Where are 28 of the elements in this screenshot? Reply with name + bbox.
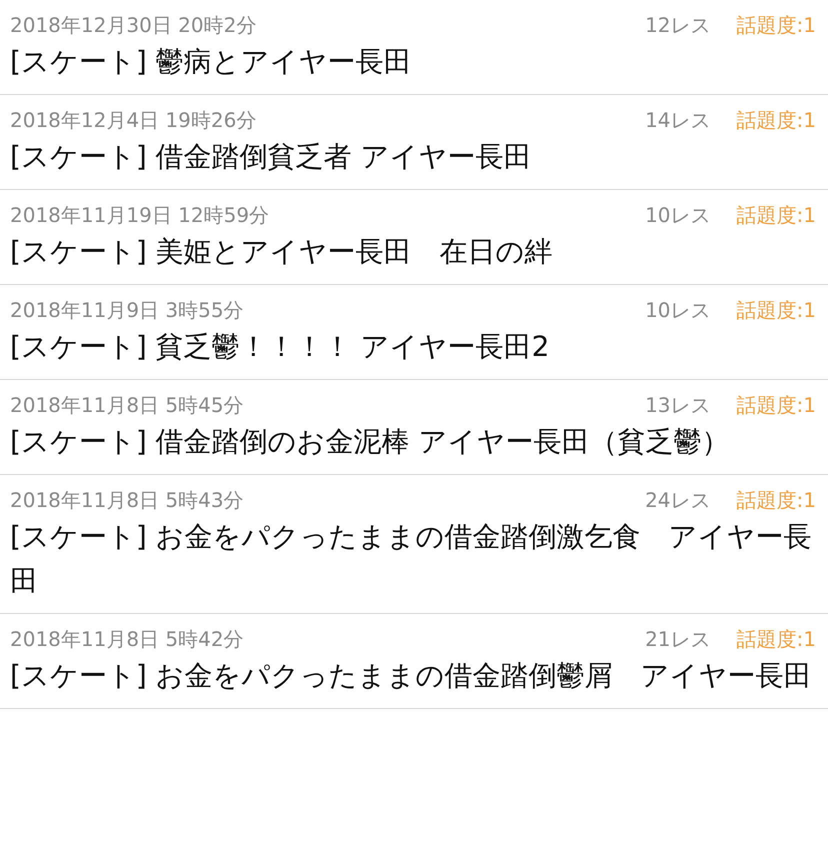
reply-count: 10レス [645, 297, 711, 324]
popularity-score: 話題度:1 [736, 107, 816, 134]
thread-title[interactable]: [スケート] お金をパクったままの借金踏倒鬱屑 アイヤー長田 [10, 654, 816, 698]
reply-count: 21レス [645, 626, 711, 653]
thread-date: 2018年12月4日 19時26分 [10, 107, 258, 134]
popularity-score: 話題度:1 [736, 202, 816, 229]
popularity-score: 話題度:1 [736, 626, 816, 653]
thread-date: 2018年12月30日 20時2分 [10, 12, 258, 39]
reply-count: 10レス [645, 202, 711, 229]
thread-title[interactable]: [スケート] 美姫とアイヤー長田 在日の絆 [10, 230, 816, 274]
reply-count: 14レス [645, 107, 711, 134]
thread-title[interactable]: [スケート] お金をパクったままの借金踏倒激乞食 アイヤー長田 [10, 515, 816, 603]
thread-date: 2018年11月19日 12時59分 [10, 202, 270, 229]
popularity-score: 話題度:1 [736, 12, 816, 39]
thread-date: 2018年11月8日 5時43分 [10, 487, 245, 514]
popularity-score: 話題度:1 [736, 297, 816, 324]
reply-count: 13レス [645, 392, 711, 419]
popularity-score: 話題度:1 [736, 392, 816, 419]
thread-date: 2018年11月8日 5時42分 [10, 626, 245, 653]
thread-date: 2018年11月8日 5時45分 [10, 392, 245, 419]
popularity-score: 話題度:1 [736, 487, 816, 514]
reply-count: 24レス [645, 487, 711, 514]
reply-count: 12レス [645, 12, 711, 39]
thread-title[interactable]: [スケート] 鬱病とアイヤー長田 [10, 40, 816, 84]
thread-date: 2018年11月9日 3時55分 [10, 297, 245, 324]
thread-title[interactable]: [スケート] 貧乏鬱！！！！ アイヤー長田2 [10, 325, 816, 369]
thread-title[interactable]: [スケート] 借金踏倒貧乏者 アイヤー長田 [10, 135, 816, 179]
thread-title[interactable]: [スケート] 借金踏倒のお金泥棒 アイヤー長田（貧乏鬱） [10, 420, 816, 464]
